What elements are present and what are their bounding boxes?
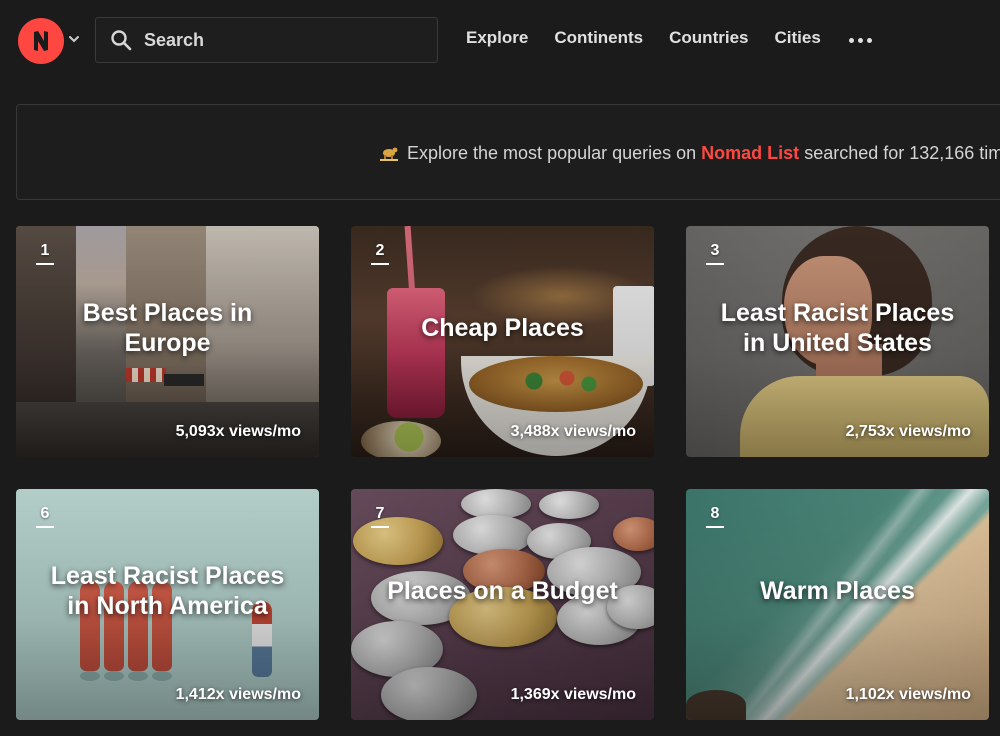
card-views: 5,093x views/mo xyxy=(175,423,301,440)
card-views: 1,369x views/mo xyxy=(510,686,636,703)
chevron-down-icon[interactable] xyxy=(67,32,81,46)
card-views: 3,488x views/mo xyxy=(510,423,636,440)
card-best-places-europe[interactable]: 1 Best Places in Europe 5,093x views/mo xyxy=(16,226,319,457)
nav-cities[interactable]: Cities xyxy=(774,28,820,48)
nav-continents[interactable]: Continents xyxy=(554,28,643,48)
search-icon xyxy=(111,30,132,51)
more-menu-icon[interactable] xyxy=(848,34,872,43)
nav-countries[interactable]: Countries xyxy=(669,28,748,48)
top-header: Explore Continents Countries Cities xyxy=(0,0,1000,84)
banner-text: Explore the most popular queries on Noma… xyxy=(379,143,1000,164)
nav-explore[interactable]: Explore xyxy=(466,28,528,48)
search-input[interactable] xyxy=(144,29,414,51)
card-least-racist-north-america[interactable]: 6 Least Racist Places in North America 1… xyxy=(16,489,319,720)
card-cheap-places[interactable]: 2 Cheap Places 3,488x views/mo xyxy=(351,226,654,457)
logo-mark-icon xyxy=(34,31,48,51)
search-box[interactable] xyxy=(95,17,438,63)
card-warm-places[interactable]: 8 Warm Places 1,102x views/mo xyxy=(686,489,989,720)
card-places-on-budget[interactable]: 7 Places on a Budget 1,369x views/mo xyxy=(351,489,654,720)
nomad-list-link[interactable]: Nomad List xyxy=(701,143,799,163)
nomad-list-logo[interactable] xyxy=(18,18,64,64)
banner-text-after: searched for 132,166 times xyxy=(804,143,1000,163)
card-views: 2,753x views/mo xyxy=(845,423,971,440)
card-least-racist-us[interactable]: 3 Least Racist Places in United States 2… xyxy=(686,226,989,457)
main-nav: Explore Continents Countries Cities xyxy=(466,28,872,48)
card-views: 1,412x views/mo xyxy=(175,686,301,703)
card-views: 1,102x views/mo xyxy=(845,686,971,703)
banner-text-before: Explore the most popular queries on xyxy=(407,143,702,163)
popular-queries-banner: Explore the most popular queries on Noma… xyxy=(16,104,1000,200)
camel-icon xyxy=(380,147,398,161)
